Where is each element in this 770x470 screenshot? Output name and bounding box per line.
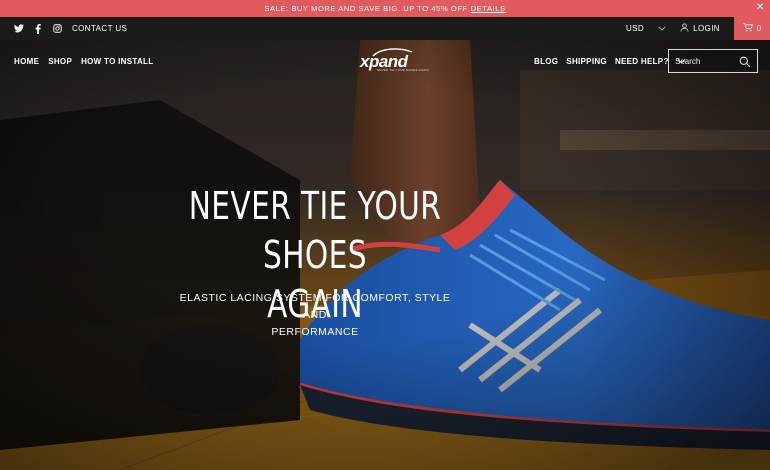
currency-value: USD [626,24,645,33]
search-input[interactable] [675,56,739,66]
hero-subheadline-line-1: ELASTIC LACING SYSTEM FOR COMFORT, STYLE… [179,292,451,321]
xpand-logo[interactable]: xpand NEVER TIE YOUR SHOES AGAIN [357,47,429,75]
main-nav-right: BLOG SHIPPING NEED HELP? [534,57,686,66]
hero-subheadline: ELASTIC LACING SYSTEM FOR COMFORT, STYLE… [170,290,460,341]
announcement-text: SALE: BUY MORE AND SAVE BIG. UP TO 45% O… [264,4,468,13]
search-box [668,49,758,73]
announcement-bar: SALE: BUY MORE AND SAVE BIG. UP TO 45% O… [0,0,770,17]
login-link[interactable]: LOGIN [680,23,720,34]
top-utility-bar: CONTACT US USD LOGIN 0 [0,17,770,40]
nav-blog[interactable]: BLOG [534,57,558,66]
nav-need-help[interactable]: NEED HELP? [615,57,669,66]
cart-icon [743,23,753,34]
contact-us-link[interactable]: CONTACT US [72,24,127,33]
instagram-icon[interactable] [52,24,62,34]
logo-tagline: NEVER TIE YOUR SHOES AGAIN [377,68,429,72]
nav-how-to-install[interactable]: HOW TO INSTALL [81,57,153,66]
search-icon[interactable] [739,55,751,73]
close-icon[interactable]: ✕ [756,2,765,14]
chevron-down-icon [658,24,666,33]
twitter-icon[interactable] [14,24,24,34]
hero-headline-line-1: NEVER TIE YOUR SHOES [188,184,442,277]
hero-subheadline-line-2: PERFORMANCE [271,326,359,338]
login-label: LOGIN [693,24,720,33]
user-icon [680,23,689,34]
announcement-details-link[interactable]: DETAILS [471,4,506,13]
facebook-icon[interactable] [33,23,43,34]
currency-selector[interactable]: USD [626,24,666,33]
social-links [14,23,62,34]
nav-shop[interactable]: SHOP [48,57,72,66]
main-nav-left: HOME SHOP HOW TO INSTALL [14,57,153,66]
nav-home[interactable]: HOME [14,57,39,66]
nav-shipping[interactable]: SHIPPING [566,57,607,66]
cart-button[interactable]: 0 [734,17,770,40]
topbar-right: USD LOGIN 0 [626,17,770,40]
cart-count: 0 [756,24,762,33]
